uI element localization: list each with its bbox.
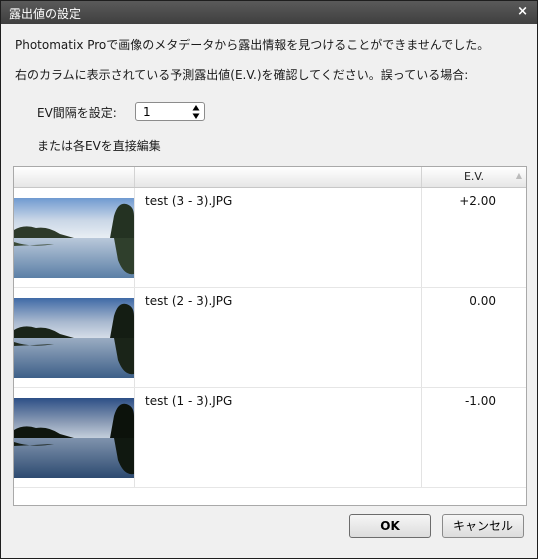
info-message-line1: Photomatix Proで画像のメタデータから露出情報を見つけることができま… [15,38,490,52]
table-header: E.V. ▲ [14,167,526,188]
filename-cell: test (3 - 3).JPG [135,188,422,288]
filename-text: test (2 - 3).JPG [145,294,233,308]
thumbnail-cell [14,288,135,388]
ev-value[interactable]: +2.00 [459,194,496,208]
ev-interval-select[interactable]: 1 [135,102,205,121]
column-header-thumbnail[interactable] [14,167,135,187]
ev-value[interactable]: 0.00 [469,294,496,308]
ev-cell[interactable]: 0.00 [422,288,526,388]
filename-cell: test (2 - 3).JPG [135,288,422,388]
up-down-arrow-icon [192,105,200,119]
ev-header-label: E.V. [463,170,485,183]
thumbnail-cell [14,188,135,288]
dialog-content: Photomatix Proで画像のメタデータから露出情報を見つけることができま… [1,24,537,558]
ev-cell[interactable]: +2.00 [422,188,526,288]
close-icon[interactable]: × [517,4,528,19]
filename-text: test (3 - 3).JPG [145,194,233,208]
info-message-line2: 右のカラムに表示されている予測露出値(E.V.)を確認してください。誤っている場… [15,68,469,82]
table-row[interactable]: test (3 - 3).JPG +2.00 [14,188,526,288]
ev-cell[interactable]: -1.00 [422,388,526,488]
ok-button[interactable]: OK [349,514,431,538]
image-thumbnail [14,198,134,278]
image-ev-table: E.V. ▲ test (3 - 3).JPG +2.00 test (2 - … [13,166,527,506]
table-row[interactable]: test (2 - 3).JPG 0.00 [14,288,526,388]
dialog-title: 露出値の設定 [9,7,82,21]
row-separator [14,487,526,488]
ev-value[interactable]: -1.00 [465,394,496,408]
filename-text: test (1 - 3).JPG [145,394,233,408]
image-thumbnail [14,298,134,378]
ev-interval-label: EV間隔を設定: [37,106,117,120]
column-header-ev[interactable]: E.V. ▲ [422,167,526,187]
column-header-filename[interactable] [135,167,422,187]
table-row[interactable]: test (1 - 3).JPG -1.00 [14,388,526,488]
thumbnail-cell [14,388,135,488]
sort-arrow-icon: ▲ [515,171,522,180]
filename-cell: test (1 - 3).JPG [135,388,422,488]
ev-interval-value: 1 [143,105,151,119]
direct-edit-label: または各EVを直接編集 [37,139,161,153]
title-bar[interactable]: 露出値の設定 × [1,1,537,24]
exposure-settings-dialog: 露出値の設定 × Photomatix Proで画像のメタデータから露出情報を見… [0,0,538,559]
cancel-button[interactable]: キャンセル [442,514,524,538]
select-arrows-icon [192,103,200,122]
image-thumbnail [14,398,134,478]
